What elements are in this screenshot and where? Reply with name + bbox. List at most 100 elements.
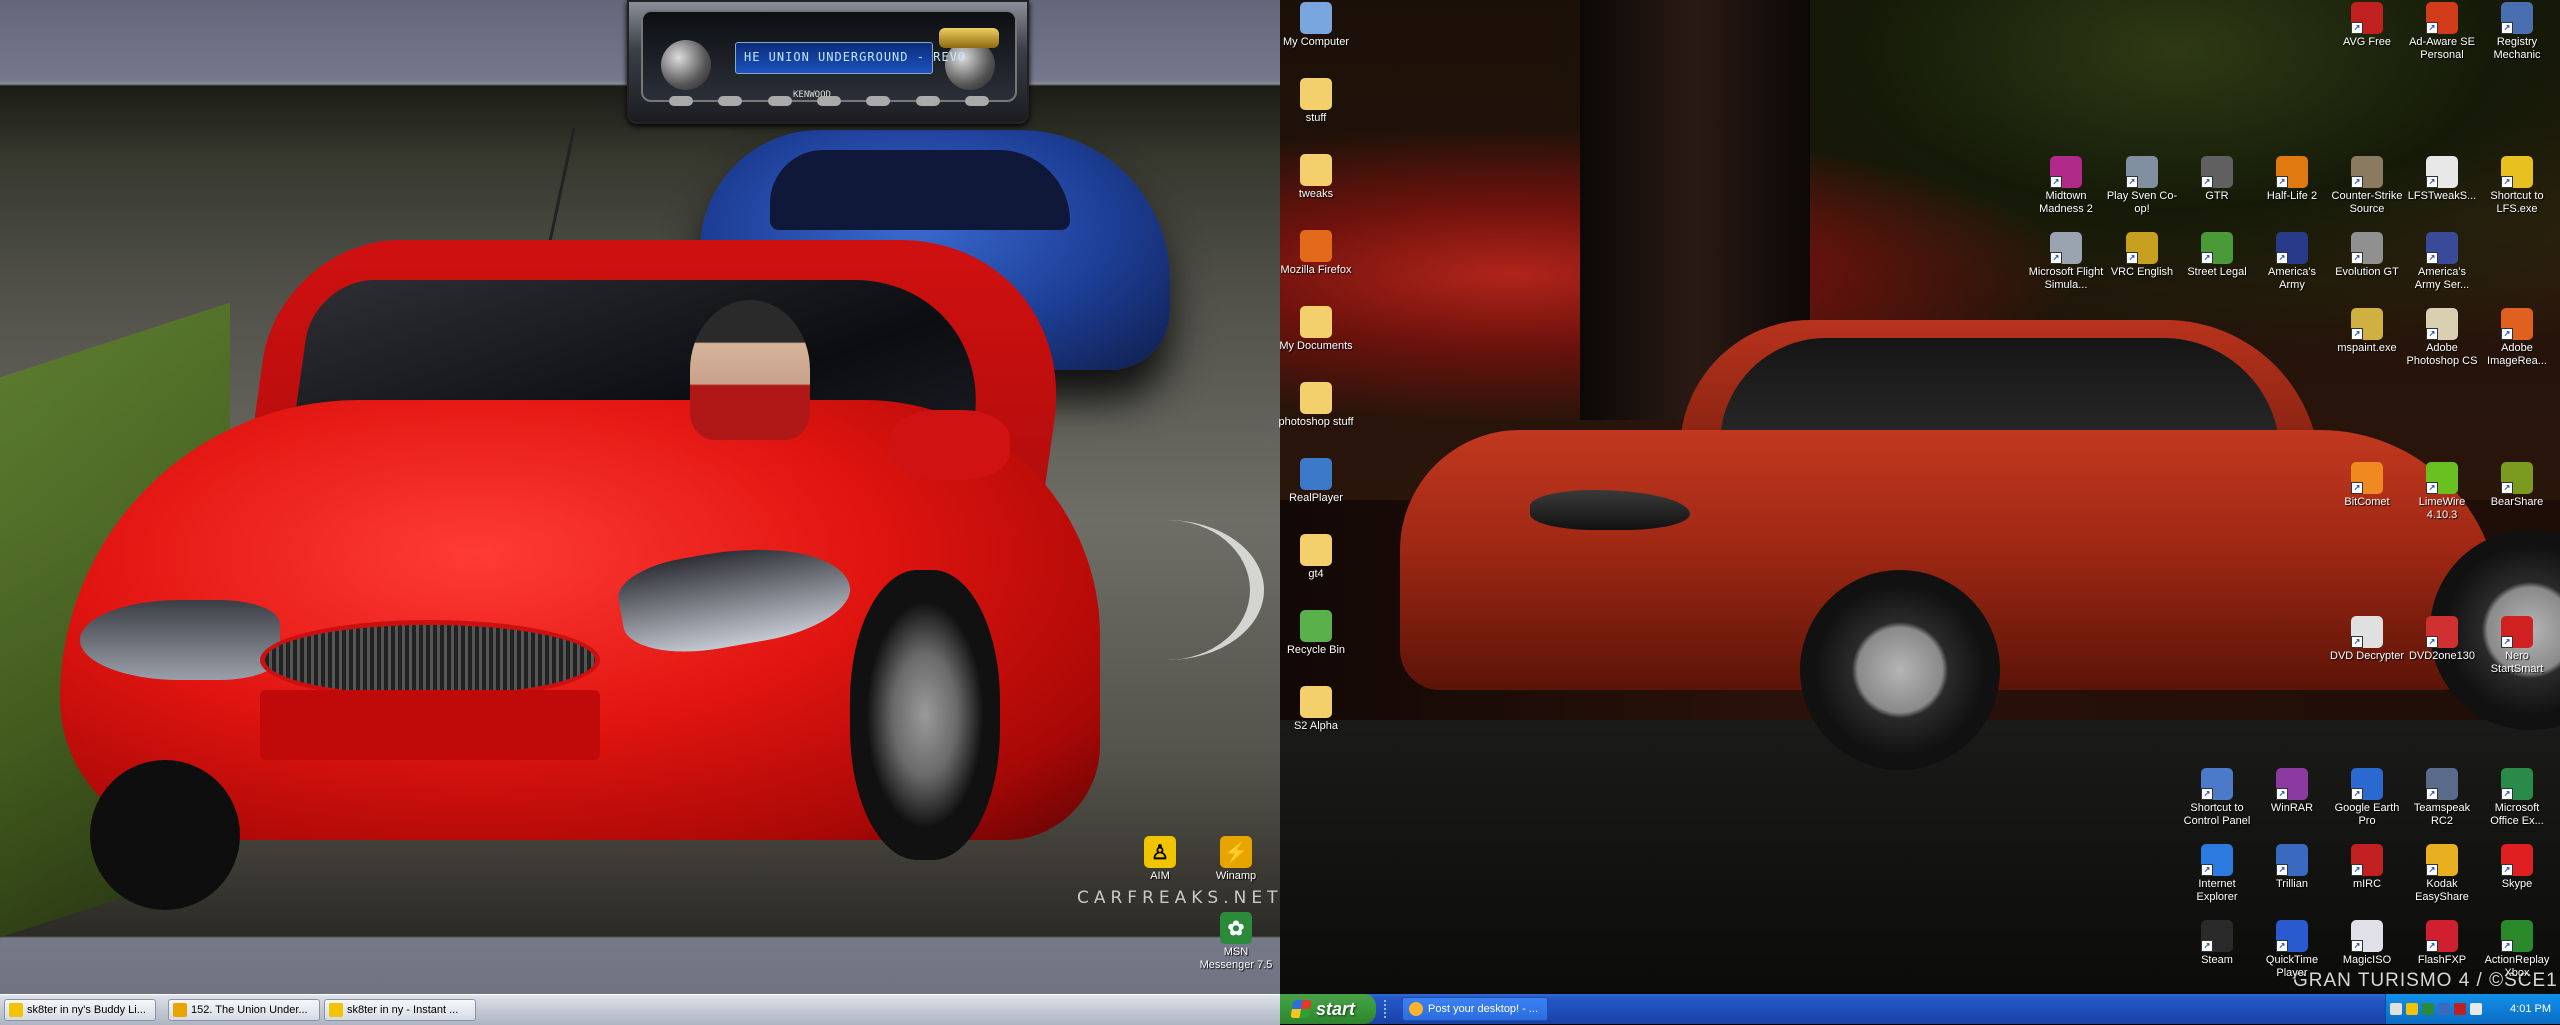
clock[interactable]: 4:01 PM: [2510, 1003, 2551, 1015]
desktop-icon[interactable]: ↗ FlashFXP: [2404, 920, 2480, 967]
system-tray: 4:01 PM: [2385, 994, 2560, 1024]
shortcut-arrow-icon: ↗: [2126, 176, 2138, 188]
desktop-icon[interactable]: ↗ DVD Decrypter: [2329, 616, 2405, 663]
desktop-icon[interactable]: tweaks: [1278, 154, 1354, 201]
desktop-icon[interactable]: ↗ Registry Mechanic: [2479, 2, 2555, 62]
desktop-icon[interactable]: ↗ BitComet: [2329, 462, 2405, 509]
quick-launch-grip[interactable]: [1384, 1000, 1400, 1018]
steam-icon: ↗: [2201, 920, 2233, 952]
desktop-icon[interactable]: ↗ Play Sven Co-op!: [2104, 156, 2180, 216]
desktop-icon[interactable]: ↗ BearShare: [2479, 462, 2555, 509]
stereo-left-knob-icon[interactable]: [661, 40, 711, 90]
sven-coop-icon: ↗: [2126, 156, 2158, 188]
registry-mechanic-icon: ↗: [2501, 2, 2533, 34]
desktop-icon[interactable]: ↗ VRC English: [2104, 232, 2180, 279]
half-life-icon: ↗: [2276, 156, 2308, 188]
shortcut-arrow-icon: ↗: [2501, 940, 2513, 952]
tray-volume-icon[interactable]: [2470, 1003, 2482, 1015]
desktop-icon[interactable]: ↗ Street Legal: [2179, 232, 2255, 279]
desktop-icon-winamp[interactable]: ⚡ Winamp: [1198, 836, 1274, 883]
desktop-icon[interactable]: ↗ WinRAR: [2254, 768, 2330, 815]
nero-icon: ↗: [2501, 616, 2533, 648]
icon-label: VRC English: [2110, 266, 2174, 278]
desktop-icon[interactable]: My Computer: [1278, 2, 1354, 49]
stereo-button[interactable]: [915, 96, 940, 106]
red-car-rear-wheel: [850, 570, 1000, 860]
desktop-icon[interactable]: photoshop stuff: [1278, 382, 1354, 429]
desktop-icon[interactable]: RealPlayer: [1278, 458, 1354, 505]
desktop-icon-aim[interactable]: ♙ AIM: [1122, 836, 1198, 883]
desktop-icon[interactable]: ↗ Adobe Photoshop CS: [2404, 308, 2480, 368]
desktop-icon[interactable]: ↗ America's Army Ser...: [2404, 232, 2480, 292]
stereo-button[interactable]: [669, 96, 693, 106]
desktop-icon[interactable]: Mozilla Firefox: [1278, 230, 1354, 277]
desktop-icon[interactable]: ↗ Adobe ImageRea...: [2479, 308, 2555, 368]
desktop-icon[interactable]: ↗ Shortcut to Control Panel: [2179, 768, 2255, 828]
tray-msn-icon[interactable]: [2422, 1003, 2434, 1015]
tray-network-icon[interactable]: [2438, 1003, 2450, 1015]
lfs-icon: ↗: [2501, 156, 2533, 188]
desktop-icon[interactable]: My Documents: [1278, 306, 1354, 353]
folder-icon: [1300, 154, 1332, 186]
desktop-icon-msn[interactable]: ✿ MSN Messenger 7.5: [1198, 912, 1274, 972]
flashfxp-icon: ↗: [2426, 920, 2458, 952]
desktop-icon[interactable]: stuff: [1278, 78, 1354, 125]
desktop-icon[interactable]: ↗ Skype: [2479, 844, 2555, 891]
start-button[interactable]: start: [1280, 994, 1376, 1024]
winamp-car-stereo-skin[interactable]: HE UNION UNDERGROUND - REVO KENWOOD: [627, 0, 1029, 124]
desktop-icon[interactable]: ↗ Google Earth Pro: [2329, 768, 2405, 828]
desktop-icon[interactable]: ↗ Teamspeak RC2: [2404, 768, 2480, 828]
icon-label: Registry Mechanic: [2493, 36, 2541, 61]
dvd2one-icon: ↗: [2426, 616, 2458, 648]
icon-label: QuickTime Player: [2265, 954, 2319, 979]
desktop-icon[interactable]: ↗ mIRC: [2329, 844, 2405, 891]
taskbar-button-post-your-desktop[interactable]: Post your desktop! - ...: [1402, 997, 1548, 1021]
desktop-icon[interactable]: ↗ America's Army: [2254, 232, 2330, 292]
desktop-icon[interactable]: ↗ Nero StartSmart: [2479, 616, 2555, 676]
desktop-icon[interactable]: ↗ LimeWire 4.10.3: [2404, 462, 2480, 522]
desktop-icon[interactable]: ↗ Evolution GT: [2329, 232, 2405, 279]
desktop-icon[interactable]: ↗ mspaint.exe: [2329, 308, 2405, 355]
shortcut-arrow-icon: ↗: [2501, 328, 2513, 340]
desktop-icon[interactable]: ↗ Ad-Aware SE Personal: [2404, 2, 2480, 62]
red-car-mirror: [890, 410, 1010, 480]
stereo-button[interactable]: [767, 96, 792, 106]
stereo-button[interactable]: [866, 96, 891, 106]
desktop-icon[interactable]: ↗ LFSTweakS...: [2404, 156, 2480, 203]
desktop-icon[interactable]: ↗ MagicISO: [2329, 920, 2405, 967]
desktop-icon[interactable]: ↗ ActionReplay Xbox: [2479, 920, 2555, 980]
taskbar-button-winamp[interactable]: 152. The Union Under...: [168, 999, 320, 1021]
desktop-icon[interactable]: ↗ Microsoft Flight Simula...: [2028, 232, 2104, 292]
taskbar-button-buddy-list[interactable]: sk8ter in ny's Buddy Li...: [4, 999, 156, 1021]
desktop-icon[interactable]: gt4: [1278, 534, 1354, 581]
stereo-button[interactable]: [964, 96, 989, 106]
desktop-icon[interactable]: ↗ GTR: [2179, 156, 2255, 203]
red-car-front-wheel: [90, 760, 240, 910]
desktop-icon[interactable]: ↗ Microsoft Office Ex...: [2479, 768, 2555, 828]
aim-running-man-icon: ♙: [1144, 836, 1176, 868]
desktop-icon[interactable]: ↗ DVD2one130: [2404, 616, 2480, 663]
tray-aim-icon[interactable]: [2406, 1003, 2418, 1015]
desktop-icon[interactable]: ↗ Midtown Madness 2: [2028, 156, 2104, 216]
shortcut-arrow-icon: ↗: [2351, 22, 2363, 34]
desktop-icon[interactable]: ↗ Half-Life 2: [2254, 156, 2330, 203]
icon-label: Trillian: [2276, 878, 2308, 890]
stereo-button[interactable]: [816, 96, 841, 106]
shortcut-arrow-icon: ↗: [2426, 176, 2438, 188]
desktop-icon[interactable]: ↗ AVG Free: [2329, 2, 2405, 49]
desktop-icon[interactable]: S2 Alpha: [1278, 686, 1354, 733]
tray-arrow-icon[interactable]: [2390, 1003, 2402, 1015]
desktop-icon[interactable]: ↗ Counter-Strike Source: [2329, 156, 2405, 216]
icon-label: gt4: [1308, 568, 1324, 580]
tray-avg-icon[interactable]: [2454, 1003, 2466, 1015]
desktop-icon[interactable]: ↗ Trillian: [2254, 844, 2330, 891]
desktop-icon[interactable]: ↗ QuickTime Player: [2254, 920, 2330, 980]
desktop-icon[interactable]: ↗ Internet Explorer: [2179, 844, 2255, 904]
stereo-button[interactable]: [718, 96, 743, 106]
desktop-icon[interactable]: Recycle Bin: [1278, 610, 1354, 657]
trillian-icon: ↗: [2276, 844, 2308, 876]
desktop-icon[interactable]: ↗ Steam: [2179, 920, 2255, 967]
taskbar-button-instant-message[interactable]: sk8ter in ny - Instant ...: [324, 999, 476, 1021]
desktop-icon[interactable]: ↗ Shortcut to LFS.exe: [2479, 156, 2555, 216]
desktop-icon[interactable]: ↗ Kodak EasyShare: [2404, 844, 2480, 904]
